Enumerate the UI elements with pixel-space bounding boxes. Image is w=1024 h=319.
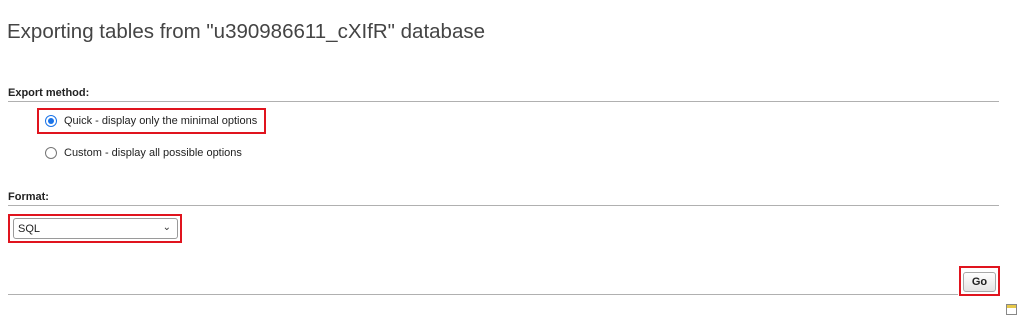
radio-quick-input[interactable]: [45, 115, 57, 127]
format-divider: [8, 205, 999, 206]
radio-quick-label[interactable]: Quick - display only the minimal options: [64, 115, 257, 127]
radio-custom-input[interactable]: [45, 147, 57, 159]
go-button[interactable]: Go: [963, 272, 996, 292]
export-method-divider: [8, 101, 999, 102]
export-method-label: Export method:: [8, 87, 90, 99]
format-label: Format:: [8, 191, 49, 203]
format-select-value: SQL: [18, 222, 41, 235]
radio-custom-option[interactable]: Custom - display all possible options: [45, 147, 242, 159]
bottom-divider: [8, 294, 958, 295]
radio-custom-label[interactable]: Custom - display all possible options: [64, 147, 242, 159]
console-note-icon[interactable]: [1006, 304, 1017, 315]
format-select[interactable]: SQL ⌄: [13, 218, 178, 239]
export-page: Exporting tables from "u390986611_cXIfR"…: [0, 0, 1024, 319]
chevron-down-icon: ⌄: [162, 222, 171, 233]
radio-quick-option[interactable]: Quick - display only the minimal options: [45, 115, 257, 127]
page-title: Exporting tables from "u390986611_cXIfR"…: [7, 20, 486, 43]
